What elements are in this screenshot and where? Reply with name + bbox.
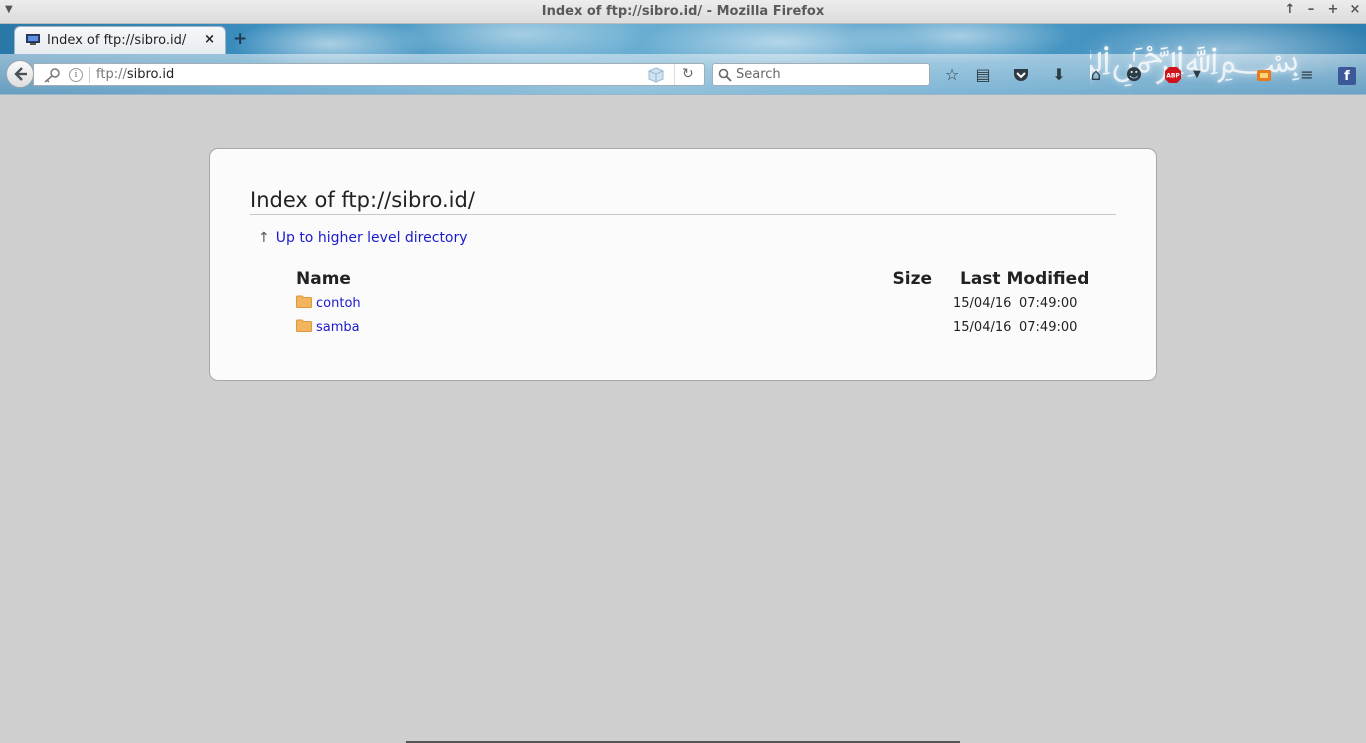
row-date: 15/04/16: [953, 319, 1012, 335]
facebook-label: f: [1338, 67, 1356, 85]
adblock-label: ABP: [1166, 73, 1180, 80]
pocket-icon[interactable]: [1011, 65, 1031, 85]
folder-link-samba[interactable]: samba: [316, 320, 360, 335]
row-modified-cell: 15/04/16 07:49:00: [932, 291, 1102, 315]
window-minimize-icon[interactable]: –: [1302, 2, 1320, 17]
navigation-toolbar: i ftp://sibro.id ↻ ☆ ▤: [0, 54, 1366, 95]
bookmark-star-icon[interactable]: ☆: [942, 65, 962, 85]
folder-link-contoh[interactable]: contoh: [316, 296, 361, 311]
up-directory-link[interactable]: ↑ Up to higher level directory: [258, 230, 468, 246]
url-text[interactable]: ftp://sibro.id: [96, 67, 174, 82]
search-input[interactable]: [736, 66, 926, 83]
folder-icon: [296, 295, 312, 308]
up-arrow-icon: ↑: [258, 230, 270, 246]
row-name-cell: samba: [296, 315, 874, 339]
site-info-icon[interactable]: i: [69, 68, 83, 82]
extension-icon[interactable]: [1254, 65, 1274, 85]
window-maximize-icon[interactable]: +: [1324, 2, 1342, 17]
home-icon[interactable]: ⌂: [1086, 65, 1106, 85]
up-link-label: Up to higher level directory: [275, 230, 468, 246]
table-row: contoh 15/04/16 07:49:00: [296, 291, 1102, 315]
smiley-icon[interactable]: ☻: [1124, 65, 1144, 85]
reload-separator: [674, 64, 675, 85]
row-modified-cell: 15/04/16 07:49:00: [932, 315, 1102, 339]
row-time: 07:49:00: [1019, 295, 1078, 311]
menu-icon[interactable]: ≡: [1297, 65, 1317, 85]
urlbar-separator: [89, 67, 90, 83]
window-titlebar: ▼ Index of ftp://sibro.id/ - Mozilla Fir…: [0, 0, 1366, 24]
back-arrow-icon: [14, 67, 27, 81]
url-scheme: ftp://: [96, 67, 127, 82]
row-name-cell: contoh: [296, 291, 874, 315]
row-size-cell: [874, 291, 932, 315]
new-tab-button[interactable]: +: [233, 29, 247, 49]
tab-label: Index of ftp://sibro.id/: [47, 33, 187, 48]
column-modified-header[interactable]: Last Modified: [932, 267, 1102, 291]
back-button[interactable]: [6, 60, 34, 88]
adblock-icon[interactable]: ABP: [1163, 65, 1183, 85]
search-icon: [718, 68, 732, 82]
directory-listing-card: Index of ftp://sibro.id/ ↑ Up to higher l…: [209, 148, 1157, 381]
computer-icon: [26, 34, 40, 45]
key-icon[interactable]: [41, 67, 61, 83]
page-viewport: Index of ftp://sibro.id/ ↑ Up to higher l…: [0, 96, 1366, 743]
row-size-cell: [874, 315, 932, 339]
download-icon[interactable]: ⬇: [1049, 65, 1069, 85]
url-host: sibro.id: [126, 67, 175, 82]
tab-close-icon[interactable]: ×: [204, 32, 215, 47]
table-row: samba 15/04/16 07:49:00: [296, 315, 1102, 339]
reading-list-icon[interactable]: ▤: [973, 65, 993, 85]
cube-icon[interactable]: [648, 67, 664, 83]
window-shade-icon[interactable]: ↑: [1281, 2, 1299, 17]
url-bar[interactable]: i ftp://sibro.id ↻: [33, 63, 705, 86]
facebook-icon[interactable]: f: [1337, 65, 1357, 85]
row-time: 07:49:00: [1019, 319, 1078, 335]
page-title: Index of ftp://sibro.id/: [250, 188, 1116, 215]
directory-table: Name Size Last Modified contoh 15/04/16 0…: [296, 267, 1102, 339]
column-name-header[interactable]: Name: [296, 267, 874, 291]
folder-icon: [296, 319, 312, 332]
dropdown-icon[interactable]: ▼: [1187, 65, 1207, 85]
reload-icon[interactable]: ↻: [682, 66, 694, 82]
browser-chrome: Index of ftp://sibro.id/ × + ﷽ i ftp://s…: [0, 24, 1366, 95]
window-close-icon[interactable]: ×: [1346, 2, 1364, 17]
search-bar[interactable]: [712, 63, 930, 86]
window-title: Index of ftp://sibro.id/ - Mozilla Firef…: [541, 4, 825, 19]
column-size-header[interactable]: Size: [874, 267, 933, 291]
table-header-row: Name Size Last Modified: [296, 267, 1102, 291]
row-date: 15/04/16: [953, 295, 1012, 311]
tab-ftp-index[interactable]: Index of ftp://sibro.id/ ×: [14, 26, 226, 54]
